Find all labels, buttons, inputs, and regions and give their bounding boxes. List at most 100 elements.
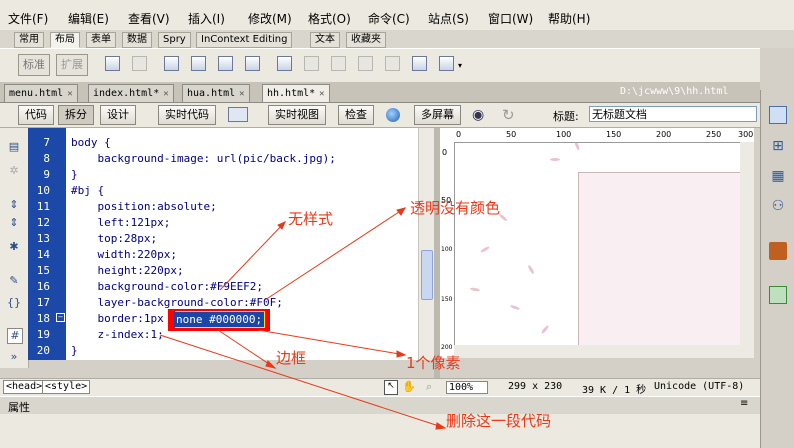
menu-commands[interactable]: 命令(C) (368, 10, 410, 27)
css-styles-icon[interactable]: ⚇ (769, 198, 787, 216)
menu-file[interactable]: 文件(F) (8, 10, 48, 27)
select-parent-tag-icon[interactable]: ✎ (7, 274, 21, 288)
table-grid-icon[interactable] (277, 56, 292, 71)
insert-toolbar: 标准 扩展 ▾ (0, 48, 760, 83)
tab-data[interactable]: 数据 (122, 32, 152, 48)
live-code-button[interactable]: 实时代码 (158, 105, 216, 125)
panel-dock: ⊞ ▦ ⚇ (760, 90, 794, 448)
draw-ap-div-icon[interactable] (191, 56, 206, 71)
code-line: position:absolute; (71, 200, 217, 213)
hand-tool-icon[interactable]: ✋ (402, 380, 416, 393)
eye-icon[interactable]: ◉ (472, 107, 484, 123)
insert-row-below-icon[interactable] (358, 56, 373, 71)
code-line: layer-background-color:#F0F; (71, 296, 283, 309)
insert-panel-icon[interactable] (769, 242, 787, 260)
design-vertical-scrollbar[interactable] (740, 142, 754, 358)
merge-cells-icon[interactable] (385, 56, 400, 71)
close-icon[interactable]: ✕ (163, 89, 168, 99)
spry-menu-icon[interactable] (218, 56, 233, 71)
split-view-button[interactable]: 拆分 (58, 105, 94, 125)
file-tab-menu[interactable]: menu.html ✕ (4, 84, 78, 102)
menu-window[interactable]: 窗口(W) (488, 10, 533, 27)
horizontal-ruler: 0 50 100 150 200 250 300 (440, 128, 754, 143)
insert-column-icon[interactable] (331, 56, 346, 71)
properties-panel-header[interactable]: 属性 ≡ (0, 396, 760, 416)
balance-braces-icon[interactable]: {} (7, 296, 21, 310)
line-number: 11 (36, 200, 50, 213)
close-icon[interactable]: ✕ (239, 89, 244, 99)
insert-div-icon[interactable] (164, 56, 179, 71)
layout-table-icon[interactable] (132, 56, 147, 71)
assets-icon[interactable]: ▦ (769, 168, 787, 186)
menu-insert[interactable]: 插入(I) (188, 10, 225, 27)
line-numbers-icon[interactable]: # (7, 328, 23, 344)
window-size[interactable]: 299 x 230 (508, 381, 562, 392)
globe-icon[interactable] (386, 108, 400, 122)
menu-view[interactable]: 查看(V) (128, 10, 170, 27)
expand-all-icon[interactable]: ✱ (7, 240, 21, 254)
ruler-label: 0 (442, 148, 448, 157)
iframe-icon[interactable] (439, 56, 454, 71)
code-view-button[interactable]: 代码 (18, 105, 54, 125)
multiscreen-button[interactable]: 多屏幕 (414, 105, 461, 125)
line-number: 20 (36, 344, 50, 357)
sitemap-icon[interactable]: ⊞ (769, 138, 787, 156)
check-page-icon[interactable] (228, 107, 248, 122)
design-horizontal-scrollbar[interactable] (454, 345, 740, 358)
design-view-button[interactable]: 设计 (100, 105, 136, 125)
table-icon[interactable] (105, 56, 120, 71)
menu-modify[interactable]: 修改(M) (248, 10, 292, 27)
selected-code-text[interactable]: none #000000; (176, 312, 262, 327)
close-icon[interactable]: ✕ (319, 89, 324, 99)
chevron-down-icon[interactable]: ▾ (458, 61, 462, 70)
zoom-tool-icon[interactable]: ⌕ (426, 380, 432, 394)
tab-common[interactable]: 常用 (14, 32, 44, 48)
page-title-input[interactable]: 无标题文档 (589, 106, 757, 122)
menu-help[interactable]: 帮助(H) (548, 10, 590, 27)
inspect-button[interactable]: 检查 (338, 105, 374, 125)
tab-forms[interactable]: 表单 (86, 32, 116, 48)
annotation-one-pixel: 1个像素 (406, 354, 461, 372)
tab-spry[interactable]: Spry (158, 32, 191, 48)
expanded-mode-button[interactable]: 扩展 (56, 54, 88, 76)
code-scrollbar[interactable] (418, 128, 435, 360)
tag-inspector-icon[interactable] (769, 286, 787, 304)
tab-incontext-editing[interactable]: InContext Editing (196, 32, 293, 48)
ap-div-bj[interactable] (578, 172, 741, 353)
menu-site[interactable]: 站点(S) (428, 10, 469, 27)
collapse-selection-icon[interactable]: ⇕ (7, 216, 21, 230)
tab-favorites[interactable]: 收藏夹 (346, 32, 386, 48)
menu-format[interactable]: 格式(O) (308, 10, 351, 27)
vertical-ruler: 0 50 100 150 200 (440, 142, 455, 358)
collapse-tag-icon[interactable]: ⇕ (7, 198, 21, 212)
close-icon[interactable]: ✕ (67, 89, 72, 99)
live-view-button[interactable]: 实时视图 (268, 105, 326, 125)
code-scrollbar-thumb[interactable] (421, 250, 433, 300)
menu-edit[interactable]: 编辑(E) (68, 10, 109, 27)
show-code-navigator-icon[interactable]: ✲ (7, 164, 21, 178)
refresh-icon[interactable]: ↻ (502, 106, 515, 124)
standard-mode-button[interactable]: 标准 (18, 54, 50, 76)
ruler-label: 250 (706, 130, 722, 139)
panel-menu-icon[interactable]: ≡ (740, 398, 748, 409)
more-chevron-icon[interactable]: » (7, 350, 21, 364)
files-panel-icon[interactable] (769, 106, 787, 124)
tag-selector-head[interactable]: <head> (3, 380, 46, 394)
spry-panels-icon[interactable] (245, 56, 260, 71)
tab-layout[interactable]: 布局 (50, 32, 80, 48)
code-line: } (71, 344, 78, 357)
code-line: background-color:#F9EEF2; (71, 280, 264, 293)
tab-text[interactable]: 文本 (310, 32, 340, 48)
file-tab-index[interactable]: index.html* ✕ (88, 84, 174, 102)
open-documents-icon[interactable]: ▤ (7, 140, 21, 154)
file-tab-hh[interactable]: hh.html* ✕ (262, 84, 330, 102)
file-tab-hua[interactable]: hua.html ✕ (182, 84, 250, 102)
fold-toggle-icon[interactable]: − (56, 313, 65, 322)
select-tool-icon[interactable]: ↖ (384, 380, 398, 395)
zoom-select[interactable]: 100% (446, 381, 489, 394)
insert-row-icon[interactable] (304, 56, 319, 71)
ruler-label: 0 (456, 130, 462, 139)
line-number-gutter: 7 8 9 10 11 12 13 14 15 16 17 18 19 20 (28, 128, 66, 360)
frames-icon[interactable] (412, 56, 427, 71)
tag-selector-style[interactable]: <style> (42, 380, 91, 394)
